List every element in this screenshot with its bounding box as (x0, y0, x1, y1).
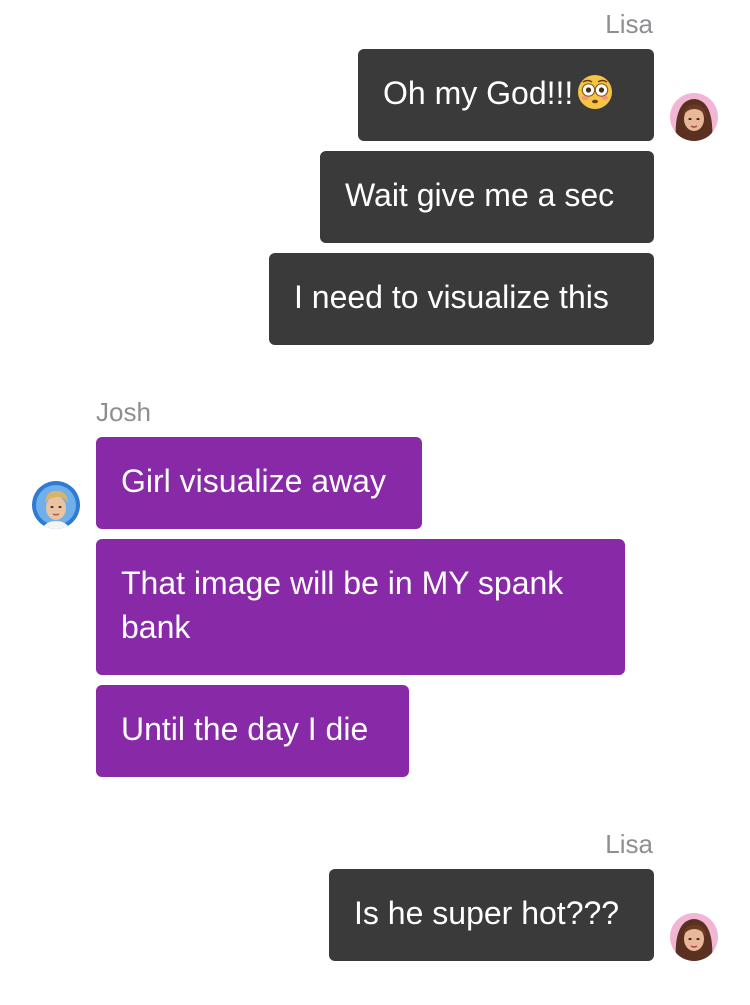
lisa-avatar-icon (670, 93, 718, 141)
message-text: Wait give me a sec (345, 177, 615, 213)
message-text: Until the day I die (121, 711, 369, 747)
message-bubble-outgoing[interactable]: I need to visualize this (269, 253, 654, 345)
message-text: Is he super hot??? (354, 895, 620, 931)
message-bubble-incoming[interactable]: Girl visualize away (96, 437, 422, 529)
sender-name-lisa: Lisa (605, 9, 653, 39)
josh-avatar-icon (32, 481, 80, 529)
message-bubble-outgoing[interactable]: Is he super hot??? (329, 869, 654, 961)
message-text: Girl visualize away (121, 463, 386, 499)
sender-name-lisa: Lisa (605, 829, 653, 859)
message-bubble-outgoing[interactable]: Oh my God!!! (358, 49, 654, 141)
lisa-avatar-icon (670, 913, 718, 961)
avatar-lisa[interactable] (670, 93, 718, 141)
flushed-face-icon (578, 75, 613, 109)
message-text: I need to visualize this (294, 279, 609, 315)
avatar-lisa[interactable] (670, 913, 718, 961)
sender-name-josh: Josh (96, 397, 151, 427)
avatar-josh[interactable] (32, 481, 80, 529)
message-bubble-incoming[interactable]: Until the day I die (96, 685, 409, 777)
message-text: That image will be in MY spank bank (121, 565, 564, 645)
message-bubble-outgoing[interactable]: Wait give me a sec (320, 151, 654, 243)
message-bubble-incoming[interactable]: That image will be in MY spank bank (96, 539, 625, 675)
message-text: Oh my God!!! (383, 75, 574, 111)
